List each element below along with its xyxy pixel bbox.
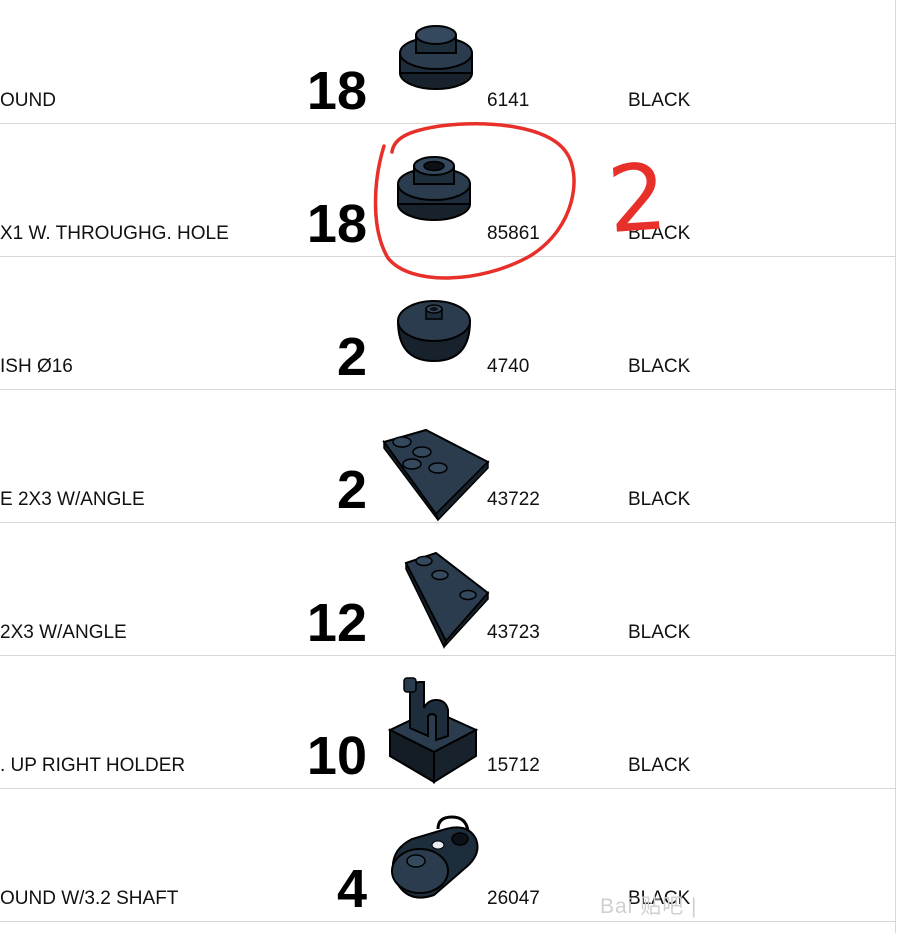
part-description: X1 W. THROUGHG. HOLE [0, 223, 229, 244]
wedge-plate-left-icon [376, 390, 496, 523]
part-description: OUND [0, 90, 56, 111]
part-description: 2X3 W/ANGLE [0, 622, 127, 643]
parts-list-row: X1 W. THROUGHG. HOLE 18 85861 BLACK [0, 124, 896, 257]
watermark: Bai 贴吧 | [600, 895, 698, 918]
part-color: BLACK [628, 223, 691, 244]
part-description: . UP RIGHT HOLDER [0, 755, 186, 776]
part-number: 15712 [487, 755, 540, 776]
part-number: 85861 [487, 223, 540, 244]
part-quantity: 10 [306, 726, 367, 786]
part-color: BLACK [628, 90, 691, 111]
round-plate-with-hole-icon [376, 124, 496, 257]
part-quantity: 18 [306, 61, 367, 121]
part-description: E 2X3 W/ANGLE [0, 489, 145, 510]
part-color: BLACK [628, 489, 691, 510]
part-quantity: 2 [336, 460, 367, 520]
parts-list-row: . UP RIGHT HOLDER 10 15712 BLACK [0, 656, 896, 789]
round-plate-1x1-icon [376, 0, 496, 124]
part-color: BLACK [628, 755, 691, 776]
wedge-plate-right-icon [376, 523, 496, 656]
parts-list-row: E 2X3 W/ANGLE 2 43722 BLACK [0, 390, 896, 523]
round-plate-with-shaft-icon [376, 789, 496, 922]
part-quantity: 12 [306, 593, 367, 653]
dish-icon [376, 257, 496, 390]
part-quantity: 18 [306, 194, 367, 254]
part-quantity: 4 [336, 859, 367, 919]
part-number: 4740 [487, 356, 530, 377]
parts-list-row: OUND W/3.2 SHAFT 4 26047 BLACK [0, 789, 896, 922]
part-number: 26047 [487, 888, 540, 909]
parts-list-row: 2X3 W/ANGLE 12 43723 BLACK [0, 523, 896, 656]
parts-list-row: OUND 18 6141 BLACK [0, 0, 896, 124]
part-description: OUND W/3.2 SHAFT [0, 888, 179, 909]
part-description: ISH Ø16 [0, 356, 73, 377]
parts-list-row: ISH Ø16 2 4740 BLACK [0, 257, 896, 390]
part-number: 43723 [487, 622, 540, 643]
part-color: BLACK [628, 622, 691, 643]
part-quantity: 2 [336, 327, 367, 387]
part-number: 6141 [487, 90, 530, 111]
part-number: 43722 [487, 489, 540, 510]
part-color: BLACK [628, 356, 691, 377]
clip-plate-icon [376, 656, 496, 789]
